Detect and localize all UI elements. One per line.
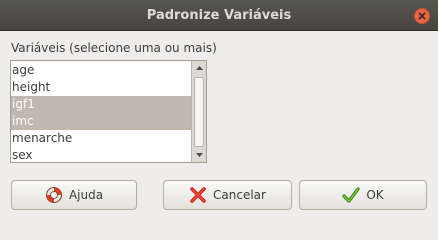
list-item[interactable]: menarche bbox=[11, 130, 191, 147]
close-button[interactable] bbox=[414, 8, 430, 24]
ok-button[interactable]: OK bbox=[299, 180, 427, 210]
ok-button-label: OK bbox=[366, 188, 384, 202]
lifebuoy-icon bbox=[45, 187, 62, 203]
title-bar: Padronize Variáveis bbox=[0, 0, 438, 31]
scroll-thumb[interactable] bbox=[194, 77, 204, 147]
close-icon bbox=[418, 12, 426, 20]
list-item[interactable]: sex bbox=[11, 147, 191, 162]
variables-listbox[interactable]: age height igf1 imc menarche sex bbox=[10, 60, 207, 163]
variables-rows: age height igf1 imc menarche sex bbox=[11, 62, 191, 162]
scroll-down-icon[interactable] bbox=[194, 149, 205, 160]
list-item[interactable]: age bbox=[11, 62, 191, 79]
scroll-up-icon[interactable] bbox=[194, 63, 205, 74]
list-item[interactable]: imc bbox=[11, 113, 191, 130]
variables-label: Variáveis (selecione uma ou mais) bbox=[11, 41, 217, 55]
green-check-icon bbox=[342, 187, 361, 203]
list-item[interactable]: height bbox=[11, 79, 191, 96]
cancel-button-label: Cancelar bbox=[213, 188, 266, 202]
red-x-icon bbox=[190, 187, 206, 203]
help-button[interactable]: Ajuda bbox=[11, 180, 137, 210]
list-scrollbar[interactable] bbox=[191, 61, 206, 162]
list-item[interactable]: igf1 bbox=[11, 96, 191, 113]
cancel-button[interactable]: Cancelar bbox=[163, 180, 292, 210]
window-title: Padronize Variáveis bbox=[146, 8, 292, 23]
help-button-label: Ajuda bbox=[68, 188, 104, 202]
